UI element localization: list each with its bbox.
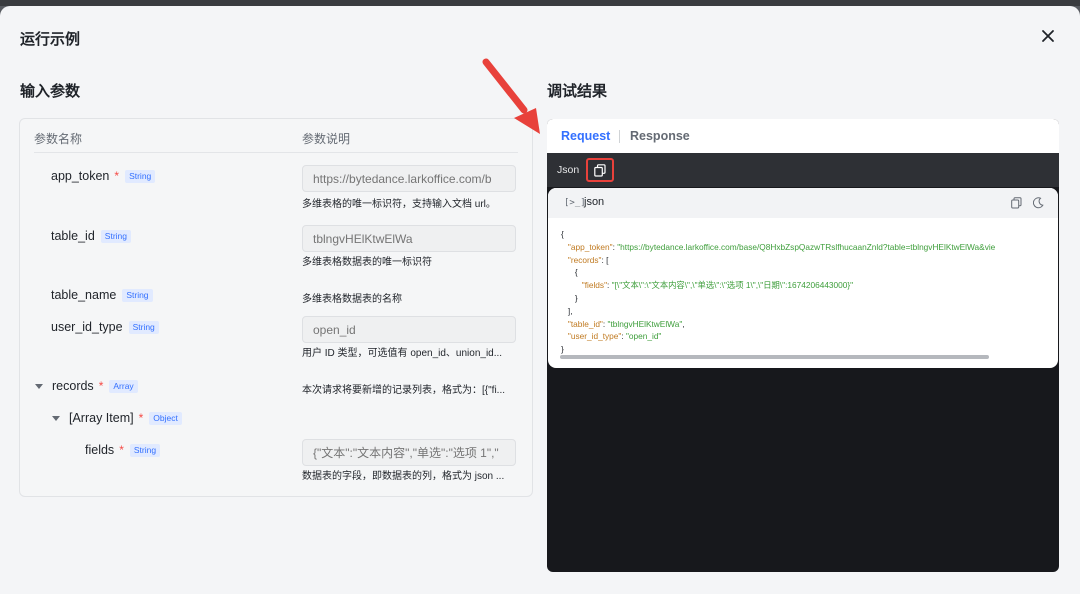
fields-input[interactable] bbox=[302, 439, 516, 466]
tab-divider bbox=[619, 130, 620, 143]
chevron-down-icon bbox=[35, 383, 43, 389]
required-mark: * bbox=[138, 411, 144, 425]
user-id-type-input[interactable] bbox=[302, 316, 516, 343]
param-name: app_token * String bbox=[51, 169, 156, 183]
code-line: "table_id": "tblngvHElKtwElWa", bbox=[567, 318, 685, 329]
param-desc: 多维表格的唯一标识符，支持输入文档 url。 bbox=[302, 199, 496, 210]
json-label: Json bbox=[557, 164, 580, 176]
type-tag: Object bbox=[149, 411, 182, 425]
chevron-down-icon bbox=[52, 415, 60, 421]
terminal-icon: [>_] bbox=[564, 198, 586, 208]
params-header: 参数名称 参数说明 bbox=[34, 119, 518, 153]
param-name: user_id_type String bbox=[51, 320, 159, 334]
code-line: { bbox=[561, 229, 564, 239]
input-params-title: 输入参数 bbox=[20, 83, 81, 100]
param-label: records bbox=[52, 379, 94, 393]
param-label: table_name bbox=[51, 288, 117, 302]
code-language: json bbox=[584, 196, 605, 208]
param-label: table_id bbox=[51, 229, 95, 243]
copy-icon bbox=[1011, 197, 1022, 209]
param-desc: 多维表格数据表的唯一标识符 bbox=[302, 257, 432, 268]
debug-result-panel: Request Response Json [>_] json { "app_t bbox=[547, 119, 1059, 572]
type-tag: Array bbox=[109, 379, 138, 393]
param-desc: 用户 ID 类型，可选值有 open_id、union_id... bbox=[302, 348, 503, 359]
annotation-arrow-icon bbox=[482, 58, 540, 134]
records-toggle[interactable]: records * Array bbox=[35, 379, 138, 393]
run-example-modal: 运行示例 输入参数 调试结果 参数名称 参数说明 app_token * Strin… bbox=[0, 6, 1080, 594]
result-tabs: Request Response bbox=[547, 119, 1059, 153]
code-line: "user_id_type": "open_id" bbox=[567, 331, 662, 342]
param-desc: 本次请求将要新增的记录列表，格式为：[{"fi... bbox=[302, 385, 506, 396]
type-tag: String bbox=[129, 443, 161, 457]
type-tag: String bbox=[125, 169, 156, 183]
code-line: { bbox=[561, 267, 578, 278]
col-param-desc: 参数说明 bbox=[302, 132, 351, 146]
debug-result-title: 调试结果 bbox=[547, 83, 608, 100]
modal-title: 运行示例 bbox=[20, 31, 81, 48]
param-name: table_name String bbox=[51, 288, 153, 302]
code-line: } bbox=[561, 344, 564, 355]
code-line: ], bbox=[561, 305, 573, 316]
param-desc: 多维表格数据表的名称 bbox=[302, 294, 402, 305]
code-block: [>_] json { "app_token": "https://byteda… bbox=[548, 188, 1058, 368]
param-desc: 数据表的字段，即数据表的列，格式为 json ... bbox=[302, 471, 505, 482]
required-mark: * bbox=[119, 443, 124, 457]
type-tag: String bbox=[128, 320, 159, 334]
close-icon bbox=[1042, 30, 1054, 42]
required-mark: * bbox=[114, 169, 120, 183]
tab-response[interactable]: Response bbox=[630, 129, 690, 143]
copy-json-button[interactable] bbox=[586, 158, 614, 182]
copy-code-button[interactable] bbox=[1011, 196, 1022, 214]
json-toolbar: Json bbox=[547, 153, 1059, 187]
code-line: } bbox=[561, 292, 578, 303]
param-label: [Array Item] bbox=[69, 411, 134, 425]
code-block-header: [>_] json bbox=[548, 188, 1058, 218]
param-name: table_id String bbox=[51, 229, 132, 243]
close-button[interactable] bbox=[1038, 26, 1058, 46]
json-code: { "app_token": "https://bytedance.larkof… bbox=[561, 228, 1045, 356]
code-line: "records": [ bbox=[567, 254, 609, 265]
copy-icon bbox=[594, 163, 606, 177]
app-token-input[interactable] bbox=[302, 165, 516, 192]
moon-icon bbox=[1032, 197, 1044, 209]
params-panel: 参数名称 参数说明 app_token * String 多维表格的唯一标识符，支持… bbox=[19, 118, 533, 497]
param-label: user_id_type bbox=[51, 320, 123, 334]
table-id-input[interactable] bbox=[302, 225, 516, 252]
param-name: fields * String bbox=[85, 443, 161, 457]
type-tag: String bbox=[100, 229, 132, 243]
type-tag: String bbox=[122, 288, 153, 302]
theme-toggle-button[interactable] bbox=[1032, 196, 1044, 214]
required-mark: * bbox=[98, 379, 104, 393]
param-label: fields bbox=[85, 443, 115, 457]
array-item-toggle[interactable]: [Array Item] * Object bbox=[52, 411, 182, 425]
code-line: "app_token": "https://bytedance.larkoffi… bbox=[567, 241, 996, 252]
horizontal-scrollbar[interactable] bbox=[560, 355, 989, 359]
tab-request[interactable]: Request bbox=[561, 129, 610, 143]
code-line: "fields": "[\"文本\":\"文本内容\",\"单选\":\"选项 … bbox=[581, 280, 854, 291]
col-param-name: 参数名称 bbox=[34, 132, 83, 146]
param-label: app_token bbox=[51, 169, 110, 183]
